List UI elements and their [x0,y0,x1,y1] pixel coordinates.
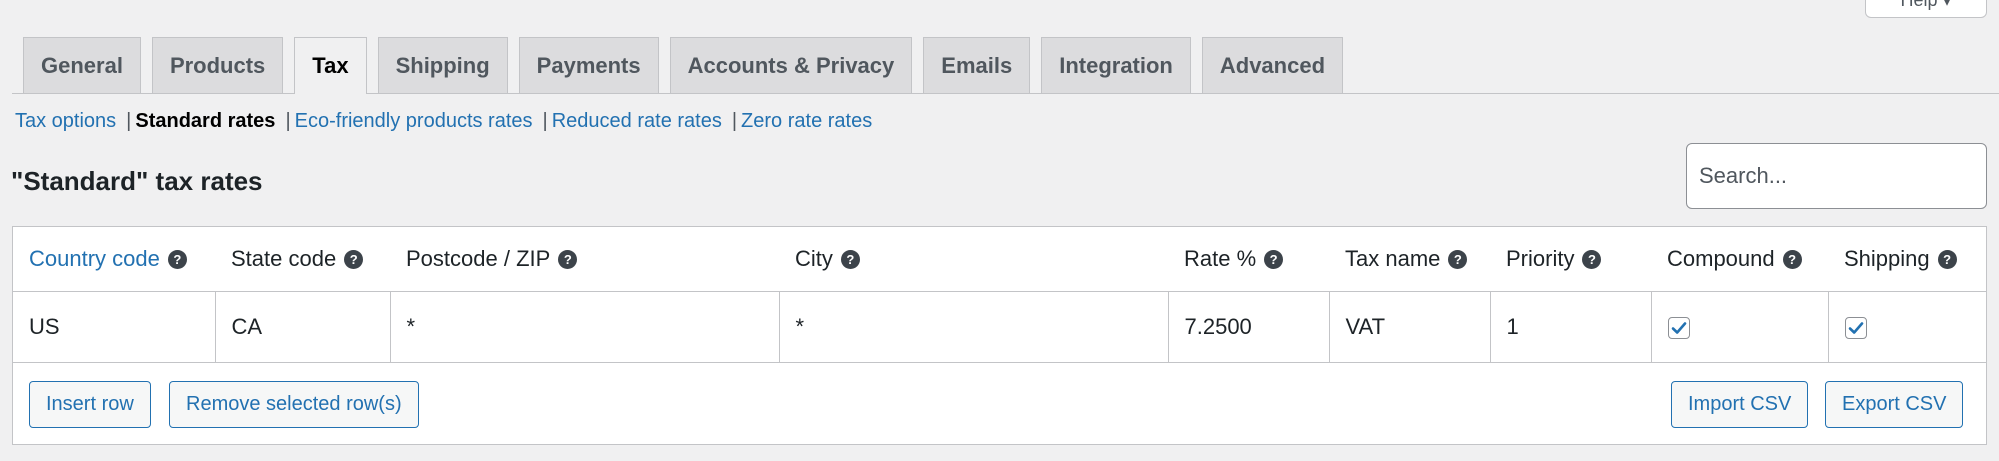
subnav-zero-rates[interactable]: Zero rate rates [741,110,872,133]
tax-rates-table-panel: Country code? State code? Postcode / ZIP… [12,226,1987,445]
subnav-separator: | [126,110,132,132]
help-icon[interactable]: ? [344,249,364,269]
cell-country-code[interactable]: US [13,291,216,363]
subnav-separator: | [285,110,291,132]
tab-payments[interactable]: Payments [518,37,659,93]
remove-selected-rows-button[interactable]: Remove selected row(s) [169,381,419,428]
checkmark-icon [1848,322,1863,334]
table-row[interactable]: US CA * * 7.2500 VAT 1 [13,291,1986,363]
cell-rate[interactable]: 7.2500 [1168,291,1330,363]
tax-subnav: Tax options | Standard rates | Eco-frien… [15,110,872,133]
help-icon[interactable]: ? [1937,249,1957,269]
cell-priority[interactable]: 1 [1490,291,1652,363]
help-icon[interactable]: ? [558,249,578,269]
column-header-priority: Priority? [1490,227,1651,292]
cell-postcode[interactable]: * [390,291,780,363]
search-input[interactable] [1686,143,1987,209]
tab-accounts-privacy[interactable]: Accounts & Privacy [669,37,913,93]
cell-tax-name[interactable]: VAT [1329,291,1491,363]
table-footer: Insert row Remove selected row(s) Import… [13,381,1986,445]
insert-row-button[interactable]: Insert row [29,381,151,428]
tax-rates-table: Country code? State code? Postcode / ZIP… [13,227,1986,363]
subnav-tax-options[interactable]: Tax options [15,110,116,133]
column-header-rate: Rate %? [1168,227,1329,292]
help-icon[interactable]: ? [1582,249,1602,269]
tab-advanced[interactable]: Advanced [1201,37,1344,93]
tab-tax[interactable]: Tax [294,37,367,94]
help-icon[interactable]: ? [1264,249,1284,269]
cell-shipping [1828,291,1986,363]
tab-shipping[interactable]: Shipping [377,37,508,93]
help-icon[interactable]: ? [1782,249,1802,269]
cell-state-code[interactable]: CA [215,291,391,363]
tab-general[interactable]: General [23,37,141,93]
tab-emails[interactable]: Emails [923,37,1031,93]
cell-compound [1651,291,1829,363]
subnav-reduced-rates[interactable]: Reduced rate rates [552,110,722,133]
shipping-checkbox[interactable] [1844,317,1867,340]
settings-tabs: General Products Tax Shipping Payments A… [12,36,1999,94]
checkmark-icon [1671,322,1686,334]
column-header-shipping: Shipping? [1828,227,1986,292]
table-header-row: Country code? State code? Postcode / ZIP… [13,227,1986,292]
help-icon[interactable]: ? [167,249,187,269]
cell-city[interactable]: * [779,291,1169,363]
compound-checkbox[interactable] [1667,317,1690,340]
column-header-compound: Compound? [1651,227,1828,292]
tab-integration[interactable]: Integration [1041,37,1191,93]
column-header-state-code: State code? [215,227,390,292]
export-csv-button[interactable]: Export CSV [1825,381,1964,428]
page-title: "Standard" tax rates [11,166,263,196]
help-icon[interactable]: ? [840,249,860,269]
subnav-eco-friendly-rates[interactable]: Eco-friendly products rates [295,110,533,133]
help-icon[interactable]: ? [1448,249,1468,269]
column-header-city: City? [779,227,1168,292]
import-csv-button[interactable]: Import CSV [1671,381,1809,428]
subnav-separator: | [731,110,738,132]
subnav-standard-rates: Standard rates [135,110,276,132]
help-button[interactable]: Help ▾ [1865,0,1987,18]
subnav-separator: | [542,110,548,132]
column-header-tax-name: Tax name? [1329,227,1490,292]
tab-products[interactable]: Products [151,37,284,93]
column-header-country-code[interactable]: Country code? [13,227,215,292]
column-header-postcode: Postcode / ZIP? [390,227,779,292]
